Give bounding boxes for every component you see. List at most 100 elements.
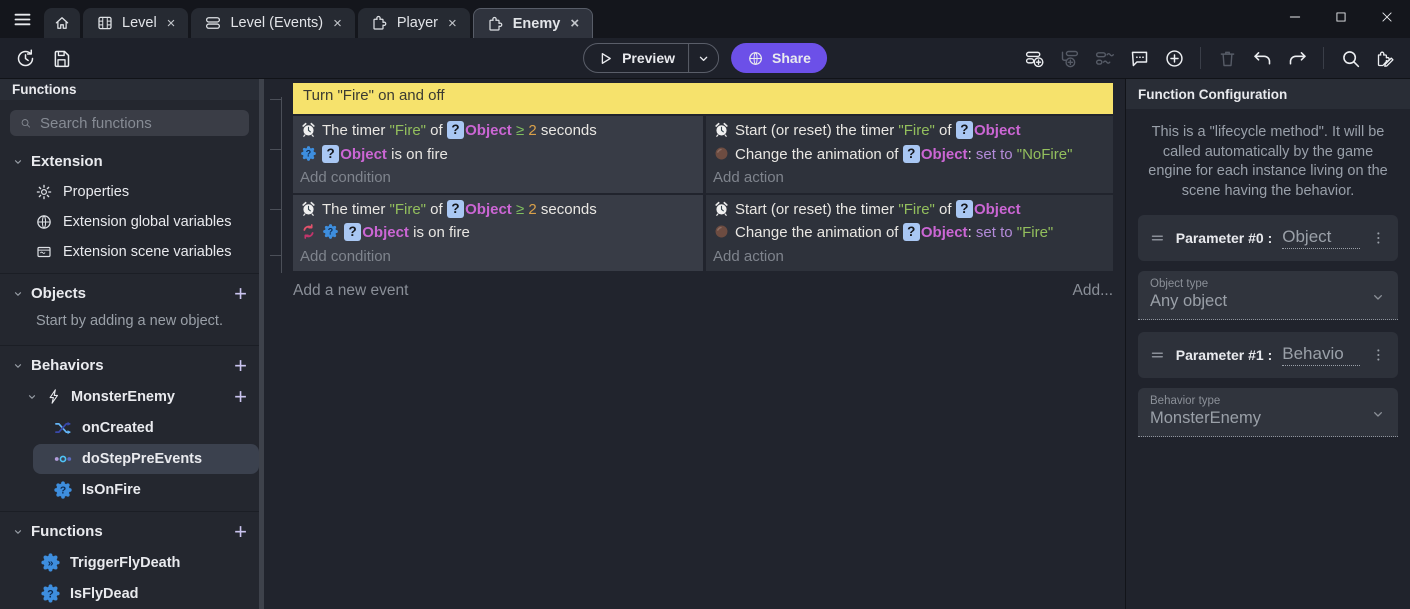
action-row[interactable]: Change the animation of ?Object: set to …	[713, 221, 1113, 245]
sidebar-item-dosteppreevents[interactable]: doStepPreEvents	[33, 444, 259, 474]
text-segment: Object	[465, 122, 512, 139]
sidebar-item-extension-scene-variables[interactable]: Extension scene variables	[0, 237, 259, 267]
history-button[interactable]	[10, 43, 40, 73]
drag-handle-icon	[1149, 229, 1166, 247]
minimize-button[interactable]	[1272, 0, 1318, 34]
text-segment: Start (or reset) the timer	[735, 122, 898, 139]
add-monsterenemy-function-button[interactable]: +	[234, 389, 247, 405]
main-menu-button[interactable]	[0, 0, 44, 38]
add-condition-button[interactable]: Add condition	[300, 166, 703, 190]
tab-level-events[interactable]: Level (Events)×	[191, 8, 354, 38]
edit-extension-icon	[1375, 48, 1396, 69]
parameter-menu-button[interactable]	[1370, 346, 1387, 364]
text-segment: Object	[921, 224, 968, 241]
trash-button[interactable]	[1212, 43, 1242, 73]
preview-dropdown-button[interactable]	[688, 43, 718, 73]
sidebar-item-triggerflydeath[interactable]: »TriggerFlyDeath	[0, 547, 259, 578]
search-button[interactable]	[1335, 43, 1365, 73]
section-header-behaviors[interactable]: Behaviors+	[0, 350, 259, 381]
condition-row[interactable]: ??Object is on fire	[300, 221, 703, 245]
object-param-badge: ?	[903, 145, 920, 163]
object-param-badge: ?	[447, 200, 464, 218]
svg-text:?: ?	[328, 227, 333, 237]
add-action-button[interactable]: Add action	[713, 166, 1113, 190]
tab-close-icon[interactable]: ×	[167, 15, 176, 32]
edit-extension-button[interactable]	[1370, 43, 1400, 73]
add-circle-button[interactable]	[1159, 43, 1189, 73]
action-row[interactable]: Change the animation of ?Object: set to …	[713, 143, 1113, 167]
add-comment-button[interactable]	[1124, 43, 1154, 73]
text-segment: seconds	[537, 122, 597, 139]
redo-button[interactable]	[1282, 43, 1312, 73]
condition-row[interactable]: The timer "Fire" of ?Object ≥ 2 seconds	[300, 119, 703, 143]
drag-handle-icon	[1149, 346, 1166, 364]
search-functions-box[interactable]	[10, 110, 249, 136]
search-functions-input[interactable]	[40, 115, 239, 132]
object-type-select[interactable]: Object typeAny object	[1138, 271, 1398, 320]
text-segment: "Fire"	[390, 201, 426, 218]
behavior-type-select[interactable]: Behavior typeMonsterEnemy	[1138, 388, 1398, 437]
gear-icon	[35, 183, 53, 201]
sidebar-section-behaviors: Behaviors+MonsterEnemy+onCreateddoStepPr…	[0, 345, 259, 505]
parameter-name-input[interactable]: Behavio	[1282, 344, 1360, 366]
parameter-name-input[interactable]: Object	[1282, 227, 1360, 249]
close-button[interactable]	[1364, 0, 1410, 34]
tab-close-icon[interactable]: ×	[570, 15, 579, 32]
sidebar-item-properties[interactable]: Properties	[0, 177, 259, 207]
globe-icon	[747, 50, 764, 67]
object-param-badge: ?	[344, 223, 361, 241]
add-event-button[interactable]	[1019, 43, 1049, 73]
text-segment: "Fire"	[898, 122, 934, 139]
event-block[interactable]: The timer "Fire" of ?Object ≥ 2 seconds?…	[293, 116, 1113, 193]
comment-event[interactable]: Turn "Fire" on and off	[293, 83, 1113, 114]
preview-button[interactable]: Preview	[583, 43, 719, 73]
object-param-badge: ?	[956, 200, 973, 218]
add-objects-button[interactable]: +	[234, 286, 247, 302]
add-other-event-icon	[1094, 48, 1115, 69]
maximize-button[interactable]	[1318, 0, 1364, 34]
condition-row[interactable]: The timer "Fire" of ?Object ≥ 2 seconds	[300, 198, 703, 222]
objects-empty-note: Start by adding a new object.	[0, 309, 259, 339]
sidebar-item-isonfire[interactable]: ?IsOnFire	[33, 475, 259, 505]
tab-home[interactable]	[44, 8, 80, 38]
sidebar-item-extension-global-variables[interactable]: Extension global variables	[0, 207, 259, 237]
action-row[interactable]: Start (or reset) the timer "Fire" of ?Ob…	[713, 198, 1113, 222]
invert-icon	[300, 223, 317, 240]
add-condition-button[interactable]: Add condition	[300, 245, 703, 269]
section-header-extension[interactable]: Extension	[0, 146, 259, 177]
section-header-objects[interactable]: Objects+	[0, 278, 259, 309]
parameter-card-0: Parameter #0 :Object	[1138, 215, 1398, 261]
tab-close-icon[interactable]: ×	[448, 15, 457, 32]
tab-close-icon[interactable]: ×	[333, 15, 342, 32]
add-action-button[interactable]: Add action	[713, 245, 1113, 269]
object-param-badge: ?	[447, 121, 464, 139]
event-block[interactable]: The timer "Fire" of ?Object ≥ 2 seconds?…	[293, 195, 1113, 272]
add-behaviors-button[interactable]: +	[234, 358, 247, 374]
actions-column: Start (or reset) the timer "Fire" of ?Ob…	[706, 195, 1113, 272]
object-param-badge: ?	[322, 145, 339, 163]
close-icon	[1380, 10, 1394, 24]
parameter-menu-button[interactable]	[1370, 229, 1387, 247]
tab-enemy[interactable]: Enemy×	[473, 8, 593, 38]
save-button[interactable]	[46, 43, 76, 73]
share-button[interactable]: Share	[731, 43, 827, 73]
add-more-button[interactable]: Add...	[1073, 282, 1114, 300]
trash-icon	[1217, 48, 1238, 69]
add-subevent-button[interactable]	[1054, 43, 1084, 73]
add-functions-button[interactable]: +	[234, 524, 247, 540]
svg-text:?: ?	[60, 486, 66, 497]
sidebar-item-isflydead[interactable]: ?IsFlyDead	[0, 578, 259, 609]
item-label: IsFlyDead	[70, 586, 139, 602]
action-row[interactable]: Start (or reset) the timer "Fire" of ?Ob…	[713, 119, 1113, 143]
undo-button[interactable]	[1247, 43, 1277, 73]
globe-icon	[35, 213, 53, 231]
tab-level[interactable]: Level×	[83, 8, 188, 38]
tab-player[interactable]: Player×	[358, 8, 470, 38]
sidebar-behavior-monsterenemy[interactable]: MonsterEnemy+	[0, 381, 259, 412]
timer-icon	[300, 121, 317, 138]
sidebar-item-oncreated[interactable]: onCreated	[33, 413, 259, 443]
condition-row[interactable]: ??Object is on fire	[300, 143, 703, 167]
add-new-event-button[interactable]: Add a new event	[293, 282, 408, 300]
section-header-functions[interactable]: Functions+	[0, 516, 259, 547]
add-other-event-button[interactable]	[1089, 43, 1119, 73]
